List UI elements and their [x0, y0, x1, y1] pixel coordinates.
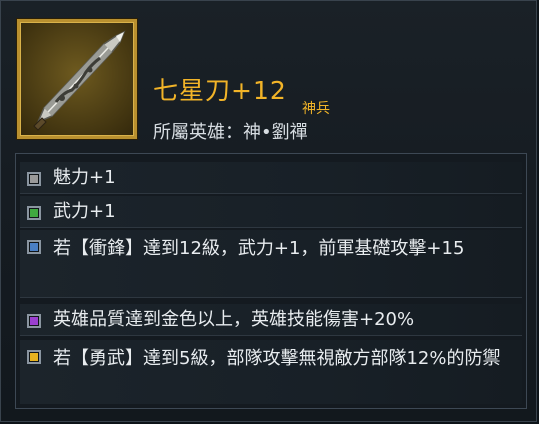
bullet-fill — [30, 353, 38, 361]
effect-text: 若【衝鋒】達到12級，武力+1，前軍基礎攻擊+15 — [53, 238, 465, 259]
effect-text: 若【勇武】達到5級，部隊攻擊無視敵方部隊12%的防禦 — [53, 348, 501, 369]
item-tooltip-panel: 七星刀+12 神兵 所屬英雄：神•劉禪 魅力+1 武力+1 若【衝鋒】達到12級… — [0, 0, 537, 422]
bullet-fill — [30, 243, 38, 251]
square-bullet-icon — [27, 206, 41, 220]
effect-text: 魅力+1 — [53, 167, 116, 188]
square-bullet-icon — [27, 314, 41, 328]
effect-row: 若【衝鋒】達到12級，武力+1，前軍基礎攻擊+15 — [20, 230, 522, 298]
effect-text: 武力+1 — [53, 201, 116, 222]
square-bullet-icon — [27, 240, 41, 254]
item-hero-line: 所屬英雄：神•劉禪 — [153, 122, 308, 143]
effect-row: 魅力+1 — [20, 162, 522, 194]
effect-list: 魅力+1 武力+1 若【衝鋒】達到12級，武力+1，前軍基礎攻擊+15 英雄品質… — [15, 153, 527, 409]
bullet-fill — [30, 209, 38, 217]
sword-icon — [33, 30, 126, 131]
square-bullet-icon — [27, 172, 41, 186]
item-icon-frame — [17, 19, 137, 139]
effect-row: 英雄品質達到金色以上，英雄技能傷害+20% — [20, 304, 522, 336]
item-title: 七星刀+12 — [153, 76, 287, 105]
effect-row: 武力+1 — [20, 196, 522, 228]
bullet-fill — [30, 317, 38, 325]
item-grade-label: 神兵 — [302, 101, 330, 117]
effect-text: 英雄品質達到金色以上，英雄技能傷害+20% — [53, 309, 415, 330]
effect-row: 若【勇武】達到5級，部隊攻擊無視敵方部隊12%的防禦 — [20, 340, 522, 404]
item-header: 七星刀+12 神兵 所屬英雄：神•劉禪 — [15, 15, 525, 143]
bullet-fill — [30, 175, 38, 183]
square-bullet-icon — [27, 350, 41, 364]
